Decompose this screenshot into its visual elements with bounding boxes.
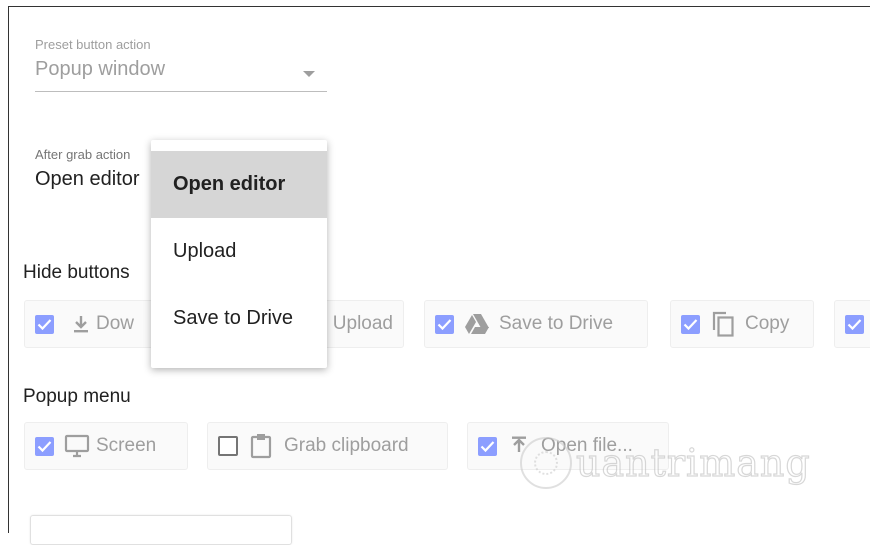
hide-extra-option[interactable] <box>834 300 870 348</box>
clipboard-icon <box>248 433 274 459</box>
hide-copy-label: Copy <box>745 313 790 334</box>
preset-action-value: Popup window <box>35 58 166 80</box>
hide-buttons-title: Hide buttons <box>23 262 130 283</box>
monitor-icon <box>64 433 90 459</box>
watermark-text: uantrimang <box>575 440 811 485</box>
checkbox-checked[interactable] <box>35 436 54 456</box>
after-grab-dropdown-menu: Open editor Upload Save to Drive <box>151 140 327 368</box>
popup-clipboard-label: Grab clipboard <box>284 435 409 456</box>
preset-action-label: Preset button action <box>35 37 151 52</box>
download-icon <box>68 311 94 337</box>
checkbox-checked[interactable] <box>435 314 454 334</box>
checkbox-checked[interactable] <box>681 314 700 334</box>
bottom-card <box>30 515 292 545</box>
chevron-down-icon <box>303 71 315 77</box>
hide-drive-option[interactable]: Save to Drive <box>424 300 648 348</box>
menu-item-upload[interactable]: Upload <box>151 218 327 285</box>
checkbox-checked[interactable] <box>35 314 54 334</box>
copy-icon <box>710 311 736 337</box>
menu-item-open-editor[interactable]: Open editor <box>151 151 327 218</box>
popup-menu-title: Popup menu <box>23 386 131 407</box>
after-grab-select[interactable]: After grab action Open editor <box>35 147 151 191</box>
watermark-circle-icon <box>520 437 572 489</box>
popup-clipboard-option[interactable]: Grab clipboard <box>207 422 448 470</box>
popup-screen-option[interactable]: Screen <box>24 422 188 470</box>
checkbox-checked[interactable] <box>478 436 497 456</box>
preset-action-underline <box>35 91 327 92</box>
checkbox-unchecked[interactable] <box>218 436 238 456</box>
menu-item-save-to-drive[interactable]: Save to Drive <box>151 285 327 352</box>
after-grab-label: After grab action <box>35 147 131 162</box>
checkbox-checked[interactable] <box>845 314 864 334</box>
hide-copy-option[interactable]: Copy <box>670 300 814 348</box>
hide-drive-label: Save to Drive <box>499 313 614 334</box>
popup-screen-label: Screen <box>96 435 157 456</box>
preset-action-select[interactable]: Preset button action Popup window <box>35 37 327 92</box>
hide-upload-label: Upload <box>332 313 393 334</box>
watermark-logo: uantrimang <box>520 437 811 489</box>
drive-icon <box>464 311 490 337</box>
hide-download-label: Dow <box>96 313 135 334</box>
after-grab-value: Open editor <box>35 168 140 190</box>
